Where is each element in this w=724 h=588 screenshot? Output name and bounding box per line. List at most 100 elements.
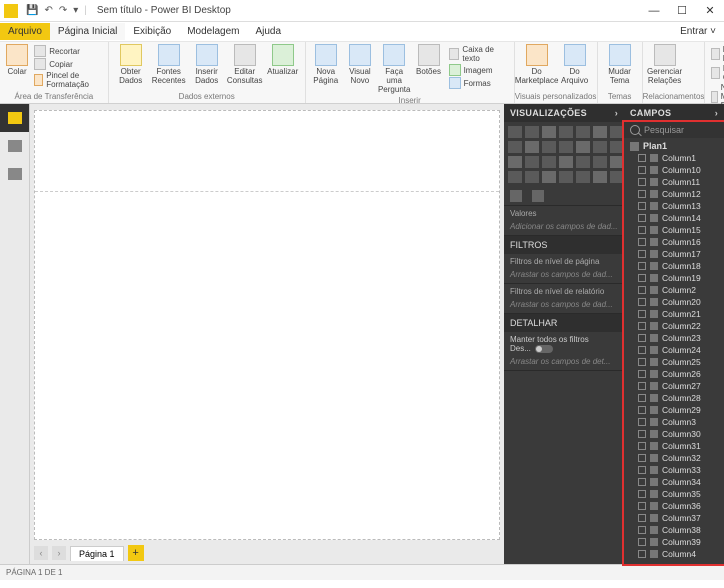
modeling-tab[interactable]: Modelagem xyxy=(179,23,247,40)
field-item[interactable]: Column1 xyxy=(624,152,724,164)
toggle-switch-icon[interactable] xyxy=(535,345,553,353)
field-item[interactable]: Column10 xyxy=(624,164,724,176)
viz-type-icon[interactable] xyxy=(576,156,590,168)
field-checkbox[interactable] xyxy=(638,262,646,270)
field-item[interactable]: Column20 xyxy=(624,296,724,308)
field-item[interactable]: Column29 xyxy=(624,404,724,416)
viz-type-icon[interactable] xyxy=(593,156,607,168)
viz-type-icon[interactable] xyxy=(559,156,573,168)
page-next-button[interactable]: › xyxy=(52,546,66,560)
field-item[interactable]: Column36 xyxy=(624,500,724,512)
manage-relations-button[interactable]: Gerenciar Relações xyxy=(647,44,683,85)
get-data-button[interactable]: Obter Dados xyxy=(113,44,149,85)
field-checkbox[interactable] xyxy=(638,178,646,186)
close-button[interactable]: ✕ xyxy=(696,0,724,22)
new-measure-button[interactable]: Nova Medida xyxy=(711,45,724,63)
view-tab[interactable]: Exibição xyxy=(125,23,179,40)
viz-type-icon[interactable] xyxy=(525,126,539,138)
home-tab[interactable]: Página Inicial xyxy=(50,23,125,40)
viz-type-icon[interactable] xyxy=(542,126,556,138)
viz-type-icon[interactable] xyxy=(559,141,573,153)
viz-type-icon[interactable] xyxy=(508,141,522,153)
field-item[interactable]: Column28 xyxy=(624,392,724,404)
field-checkbox[interactable] xyxy=(638,454,646,462)
viz-type-icon[interactable] xyxy=(593,171,607,183)
viz-type-icon[interactable] xyxy=(593,141,607,153)
report-view-button[interactable] xyxy=(0,104,29,132)
field-checkbox[interactable] xyxy=(638,490,646,498)
image-button[interactable]: Imagem xyxy=(449,64,508,76)
new-page-button[interactable]: Nova Página xyxy=(310,44,342,85)
fields-well-icon[interactable] xyxy=(510,190,522,202)
paste-button[interactable]: Colar xyxy=(4,44,30,76)
field-checkbox[interactable] xyxy=(638,382,646,390)
from-file-button[interactable]: Do Arquivo xyxy=(557,44,593,85)
field-item[interactable]: Column34 xyxy=(624,476,724,488)
viz-type-icon[interactable] xyxy=(559,126,573,138)
field-checkbox[interactable] xyxy=(638,430,646,438)
viz-type-icon[interactable] xyxy=(610,171,624,183)
copy-button[interactable]: Copiar xyxy=(34,58,102,70)
field-item[interactable]: Column12 xyxy=(624,188,724,200)
field-item[interactable]: Column16 xyxy=(624,236,724,248)
shapes-button[interactable]: Formas xyxy=(449,77,508,89)
field-checkbox[interactable] xyxy=(638,478,646,486)
field-checkbox[interactable] xyxy=(638,202,646,210)
field-item[interactable]: Column3 xyxy=(624,416,724,428)
values-hint[interactable]: Adicionar os campos de dad... xyxy=(504,221,624,236)
edit-queries-button[interactable]: Editar Consultas xyxy=(227,44,263,85)
field-item[interactable]: Column26 xyxy=(624,368,724,380)
field-item[interactable]: Column18 xyxy=(624,260,724,272)
field-checkbox[interactable] xyxy=(638,226,646,234)
maximize-button[interactable]: ☐ xyxy=(668,0,696,22)
new-column-button[interactable]: Nova Coluna xyxy=(711,64,724,82)
visualizations-header[interactable]: VISUALIZAÇÕES› xyxy=(504,104,624,122)
ask-question-button[interactable]: Faça uma Pergunta xyxy=(378,44,410,94)
field-item[interactable]: Column31 xyxy=(624,440,724,452)
viz-type-icon[interactable] xyxy=(508,156,522,168)
field-item[interactable]: Column17 xyxy=(624,248,724,260)
field-item[interactable]: Column21 xyxy=(624,308,724,320)
field-checkbox[interactable] xyxy=(638,298,646,306)
save-icon[interactable]: 💾 xyxy=(26,5,38,16)
field-checkbox[interactable] xyxy=(638,526,646,534)
field-checkbox[interactable] xyxy=(638,310,646,318)
new-visual-button[interactable]: Visual Novo xyxy=(344,44,376,85)
viz-type-icon[interactable] xyxy=(542,141,556,153)
field-checkbox[interactable] xyxy=(638,214,646,222)
field-item[interactable]: Column30 xyxy=(624,428,724,440)
viz-type-icon[interactable] xyxy=(542,171,556,183)
page-prev-button[interactable]: ‹ xyxy=(34,546,48,560)
field-item[interactable]: Column24 xyxy=(624,344,724,356)
marketplace-button[interactable]: Do Marketplace xyxy=(519,44,555,85)
viz-type-icon[interactable] xyxy=(593,126,607,138)
viz-type-icon[interactable] xyxy=(559,171,573,183)
field-item[interactable]: Column2 xyxy=(624,284,724,296)
refresh-button[interactable]: Atualizar xyxy=(265,44,301,76)
viz-type-icon[interactable] xyxy=(576,171,590,183)
page-filter-drop[interactable]: Arrastar os campos de dad... xyxy=(504,269,624,284)
field-checkbox[interactable] xyxy=(638,538,646,546)
field-checkbox[interactable] xyxy=(638,502,646,510)
textbox-button[interactable]: Caixa de texto xyxy=(449,45,508,63)
viz-type-icon[interactable] xyxy=(508,126,522,138)
report-filter-drop[interactable]: Arrastar os campos de dad... xyxy=(504,299,624,314)
buttons-button[interactable]: Botões xyxy=(412,44,444,76)
viz-type-icon[interactable] xyxy=(525,141,539,153)
undo-icon[interactable]: ↶ xyxy=(44,5,52,16)
field-checkbox[interactable] xyxy=(638,346,646,354)
field-checkbox[interactable] xyxy=(638,286,646,294)
viz-type-icon[interactable] xyxy=(508,171,522,183)
redo-icon[interactable]: ↷ xyxy=(59,5,67,16)
field-item[interactable]: Column27 xyxy=(624,380,724,392)
field-checkbox[interactable] xyxy=(638,442,646,450)
qat-dropdown-icon[interactable]: ▾ xyxy=(73,5,78,16)
field-item[interactable]: Column37 xyxy=(624,512,724,524)
viz-type-icon[interactable] xyxy=(610,141,624,153)
data-view-button[interactable] xyxy=(0,132,29,160)
field-item[interactable]: Column32 xyxy=(624,452,724,464)
field-checkbox[interactable] xyxy=(638,322,646,330)
field-checkbox[interactable] xyxy=(638,334,646,342)
field-checkbox[interactable] xyxy=(638,370,646,378)
field-item[interactable]: Column22 xyxy=(624,320,724,332)
